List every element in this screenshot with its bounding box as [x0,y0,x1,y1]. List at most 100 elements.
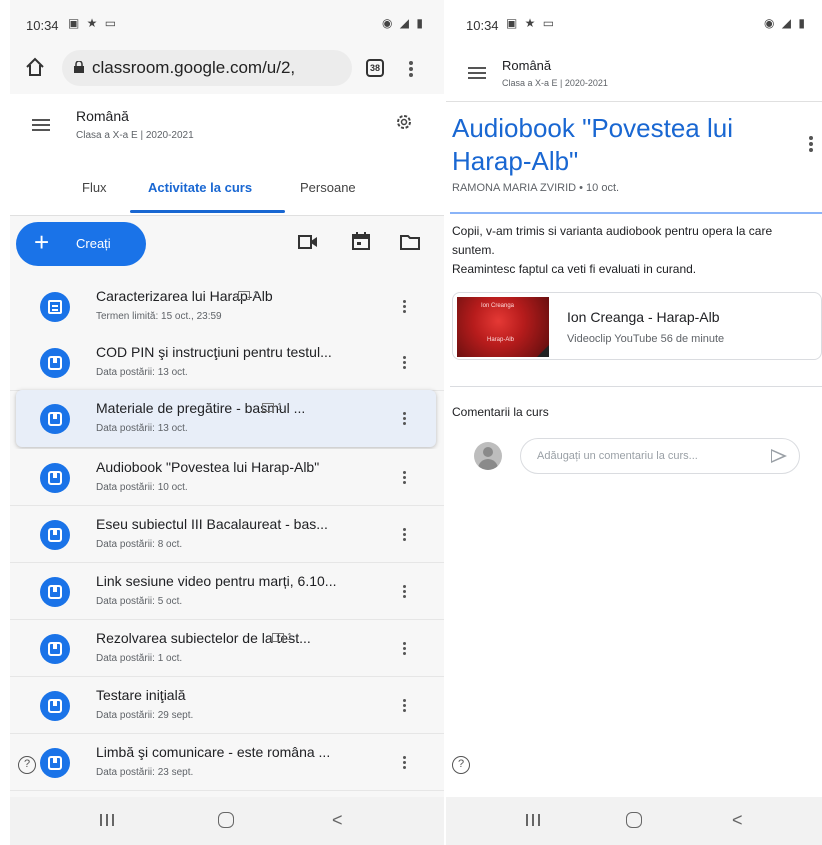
lock-icon [74,61,84,73]
comment-icon [238,290,250,300]
notification-icons: ▣ ★ ▭ [506,16,557,30]
address-bar[interactable]: classroom.google.com/u/2, [62,50,352,86]
status-bar: 10:34 ▣ ★ ▭ ◉ ◢ ▮ [10,0,444,44]
item-date: Data postării: 13 oct. [96,423,188,434]
create-button[interactable]: + Creați [16,222,146,266]
tab-classwork[interactable]: Activitate la curs [148,180,252,195]
description-line: Reamintesc faptul ca veti fi evaluati in… [452,262,697,276]
app-bar: Română Clasa a X-a E | 2020-2021 [446,46,822,102]
item-options-icon[interactable] [403,583,406,600]
item-options-icon[interactable] [403,640,406,657]
course-title: Română [502,58,552,73]
divider [450,386,822,387]
tab-flux[interactable]: Flux [82,180,107,195]
material-icon [40,404,70,434]
material-icon [40,691,70,721]
assignment-icon [40,292,70,322]
classwork-item[interactable]: Caracterizarea lui Harap-Alb Termen limit… [10,278,444,335]
item-date: Data postării: 23 sept. [96,767,194,778]
post-options-icon[interactable] [808,134,814,154]
item-options-icon[interactable] [403,526,406,543]
item-title: Testare iniţială [96,687,186,703]
gear-icon[interactable] [394,112,414,132]
item-options-icon[interactable] [403,697,406,714]
item-options-icon[interactable] [403,410,406,427]
course-tabs: Flux Activitate la curs Persoane [10,170,444,216]
browser-menu-icon[interactable] [408,59,414,79]
divider [450,212,822,214]
item-date: Data postării: 29 sept. [96,710,194,721]
tab-count-button[interactable]: 38 [366,59,384,77]
browser-bar: classroom.google.com/u/2, 38 [10,44,444,94]
comment-placeholder: Adăugați un comentariu la curs... [537,450,698,462]
classwork-item[interactable]: Limbă şi comunicare - este româna ... Dat… [10,734,444,791]
active-tab-indicator [130,210,285,213]
thumbnail-corner [537,345,549,357]
folder-icon[interactable] [400,234,420,250]
item-options-icon[interactable] [403,469,406,486]
classwork-item[interactable]: Testare iniţială Data postării: 29 sept. [10,677,444,734]
system-icons: ◉ ◢ ▮ [764,16,807,30]
post-detail-screen: 10:34 ▣ ★ ▭ ◉ ◢ ▮ Română Clasa a X-a E |… [446,0,822,845]
post-meta: RAMONA MARIA ZVIRID • 10 oct. [452,182,620,194]
avatar [474,442,502,470]
home-nav-icon[interactable] [626,812,642,828]
comment-count: 1 [272,632,293,643]
help-icon[interactable]: ? [452,756,470,774]
android-nav-bar: < [446,797,822,845]
classwork-item[interactable]: Link sesiune video pentru marți, 6.10...… [10,563,444,620]
video-icon[interactable] [298,234,318,250]
item-title: Eseu subiectul III Bacalaureat - bas... [96,516,328,532]
item-options-icon[interactable] [403,354,406,371]
classwork-item[interactable]: Audiobook "Povestea lui Harap-Alb" Data p… [10,449,444,506]
material-icon [40,577,70,607]
material-icon [40,748,70,778]
classwork-item[interactable]: COD PIN şi instrucţiuni pentru testul...… [10,334,444,391]
classwork-item[interactable]: Eseu subiectul III Bacalaureat - bas... D… [10,506,444,563]
help-icon[interactable]: ? [18,756,36,774]
recent-apps-icon[interactable] [526,814,542,826]
send-icon[interactable] [771,449,787,463]
item-options-icon[interactable] [403,754,406,771]
url-text: classroom.google.com/u/2, [92,58,296,77]
classwork-item[interactable]: Materiale de pregătire - basmul ... Data … [16,390,436,447]
item-options-icon[interactable] [403,298,406,315]
home-nav-icon[interactable] [218,812,234,828]
comment-count: 1 [238,290,259,301]
comment-icon [262,402,274,412]
material-icon [40,348,70,378]
item-title: Link sesiune video pentru marți, 6.10... [96,573,337,589]
attachment-title: Ion Creanga - Harap-Alb [567,309,720,325]
item-title: Audiobook "Povestea lui Harap-Alb" [96,459,320,475]
calendar-icon[interactable] [352,232,370,250]
youtube-attachment[interactable]: Ion Creanga Harap-Alb Ion Creanga - Hara… [452,292,822,360]
item-date: Data postării: 5 oct. [96,596,183,607]
item-title: Limbă şi comunicare - este româna ... [96,744,331,760]
status-bar: 10:34 ▣ ★ ▭ ◉ ◢ ▮ [446,0,822,44]
notification-icons: ▣ ★ ▭ [68,16,119,30]
back-icon[interactable]: < [732,810,743,831]
classwork-item[interactable]: Rezolvarea subiectelor de la test... Data… [10,620,444,677]
status-time: 10:34 [466,18,499,33]
android-nav-bar: < [10,797,444,845]
class-comments-label: Comentarii la curs [452,405,549,419]
post-title: Audiobook "Povestea lui Harap-Alb" [452,113,733,176]
comment-input[interactable]: Adăugați un comentariu la curs... [520,438,800,474]
home-icon[interactable] [24,56,46,78]
item-date: Data postării: 8 oct. [96,539,183,550]
comment-icon [272,632,284,642]
material-icon [40,520,70,550]
tab-people[interactable]: Persoane [300,180,356,195]
video-thumbnail: Ion Creanga Harap-Alb [457,297,549,357]
material-icon [40,463,70,493]
item-date: Data postării: 13 oct. [96,367,188,378]
comment-count-value: 1 [277,402,283,413]
recent-apps-icon[interactable] [100,814,116,826]
status-time: 10:34 [26,18,59,33]
back-icon[interactable]: < [332,810,343,831]
menu-icon[interactable] [468,64,486,82]
course-subtitle: Clasa a X-a E | 2020-2021 [502,78,608,88]
plus-icon: + [34,227,50,257]
post-description: Copii, v-am trimis si varianta audiobook… [452,222,818,279]
menu-icon[interactable] [32,116,50,134]
